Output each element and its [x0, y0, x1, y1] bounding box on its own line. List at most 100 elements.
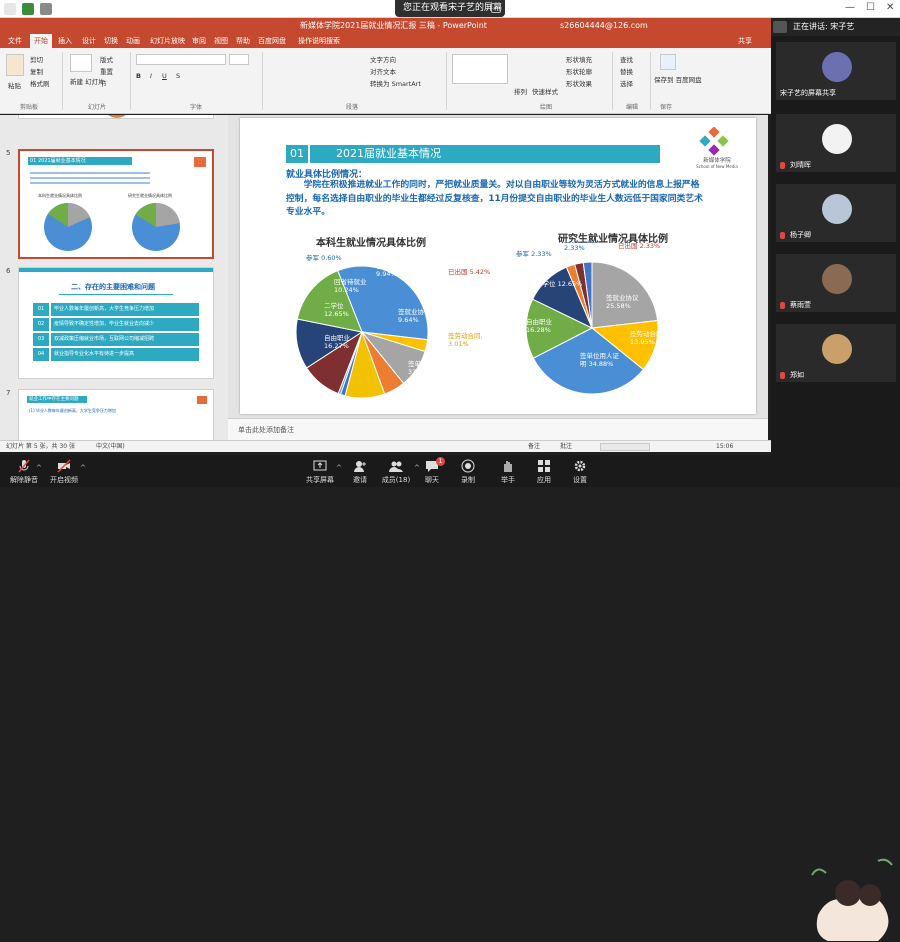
- thumb-list-text: 双减政策压缩就业市场，互联网公司缩减招聘: [51, 333, 199, 346]
- popout-icon[interactable]: [491, 3, 501, 13]
- italic-button[interactable]: I: [150, 72, 152, 80]
- paste-label[interactable]: 粘贴: [8, 80, 21, 90]
- logo-subtitle: School of New Media: [696, 164, 738, 169]
- section-button[interactable]: 节: [100, 78, 107, 88]
- thumb-list-num: 02: [33, 318, 49, 331]
- tab-slideshow[interactable]: 幻灯片放映: [150, 34, 185, 48]
- thumb-list-text: 疫情导致不确定性增加，毕业生就业去向减少: [51, 318, 199, 331]
- notes-pane[interactable]: 单击此处添加备注: [228, 418, 768, 440]
- paste-icon[interactable]: [6, 54, 24, 76]
- status-bar: 幻灯片 第 5 张，共 30 张 中文(中国) 备注 批注 15:06: [0, 440, 771, 452]
- slide-thumbnail-pane[interactable]: 5 01 2021届就业基本情况 本科生就业情况具体比例 研究生就业情况具体比例…: [0, 115, 228, 440]
- smartart-button[interactable]: 转换为 SmartArt: [370, 78, 421, 88]
- settings-button[interactable]: 设置: [560, 457, 600, 487]
- share-notice-pill[interactable]: 您正在观看宋子艺的屏幕: [395, 0, 505, 17]
- quick-styles-button[interactable]: 快速样式: [532, 86, 558, 96]
- slide-thumbnail[interactable]: [18, 115, 214, 119]
- thumb-list-item: 04 就业指导专业化水平有待进一步提高: [33, 348, 199, 361]
- arrange-button[interactable]: 排列: [514, 86, 527, 96]
- chat-button[interactable]: 1 聊天: [412, 457, 452, 487]
- baidu-save-icon[interactable]: [660, 54, 676, 70]
- slide-canvas[interactable]: 01 2021届就业基本情况 新媒体学院 School of New Media…: [240, 118, 756, 414]
- tab-view[interactable]: 视图: [214, 34, 228, 48]
- share-screen-button[interactable]: 共享屏幕: [300, 457, 340, 487]
- info-icon[interactable]: [4, 3, 16, 15]
- tab-design[interactable]: 设计: [82, 34, 96, 48]
- start-video-button[interactable]: 开启视频: [44, 457, 84, 487]
- participant-tile[interactable]: 宋子艺的屏幕共享: [776, 42, 896, 100]
- language[interactable]: 中文(中国): [96, 441, 125, 453]
- group-slides: 幻灯片: [88, 104, 107, 111]
- layout-button[interactable]: 版式: [100, 54, 113, 64]
- apps-button[interactable]: 应用: [524, 457, 564, 487]
- tab-file[interactable]: 文件: [8, 34, 22, 48]
- shapes-gallery[interactable]: [452, 54, 508, 84]
- participant-tile[interactable]: 蔡雨萱: [776, 254, 896, 312]
- shield-icon[interactable]: [22, 3, 34, 15]
- shape-outline-button[interactable]: 形状轮廓: [566, 66, 592, 76]
- video-off-icon: [57, 459, 71, 473]
- copy-button[interactable]: 复制: [30, 66, 43, 76]
- shadow-button[interactable]: S: [176, 72, 180, 80]
- slide-thumbnail-5[interactable]: 01 2021届就业基本情况 本科生就业情况具体比例 研究生就业情况具体比例: [18, 149, 214, 259]
- participant-tile[interactable]: 杨子卿: [776, 184, 896, 242]
- tab-search[interactable]: 操作说明搜索: [298, 34, 340, 48]
- pie-label: 签单位用人证明 33.73%: [408, 359, 454, 376]
- tab-animations[interactable]: 动画: [126, 34, 140, 48]
- gear-icon: [574, 460, 586, 472]
- align-text-button[interactable]: 对齐文本: [370, 66, 396, 76]
- tab-home[interactable]: 开始: [30, 34, 52, 48]
- pie-label: 回省待就业2.33%: [564, 242, 597, 252]
- find-button[interactable]: 查找: [620, 54, 633, 64]
- raise-hand-button[interactable]: 举手: [488, 457, 528, 487]
- text-direction-button[interactable]: 文字方向: [370, 54, 396, 64]
- bold-button[interactable]: B: [136, 72, 141, 80]
- tab-baidu[interactable]: 百度网盘: [258, 34, 286, 48]
- notes-toggle[interactable]: 备注: [528, 441, 540, 453]
- tab-transitions[interactable]: 切换: [104, 34, 118, 48]
- meeting-toolbar: 解除静音 ^ 开启视频 ^ 共享屏幕 ^ 邀请 成员(18) ^ 1 聊天 录制…: [0, 455, 900, 941]
- unmute-button[interactable]: 解除静音: [4, 457, 44, 487]
- thumb-list: 01 毕业人数每年屡创新高，大学生竞争压力增加 02 疫情导致不确定性增加，毕业…: [33, 303, 199, 361]
- divider: [130, 52, 131, 110]
- cut-button[interactable]: 剪切: [30, 54, 43, 64]
- pie-label: 已出国 2.33%: [618, 242, 660, 250]
- participants-button[interactable]: 成员(18): [376, 457, 416, 487]
- chevron-up-icon[interactable]: ^: [80, 464, 86, 472]
- maximize-button[interactable]: ☐: [866, 2, 875, 13]
- minimize-button[interactable]: —: [845, 2, 855, 13]
- select-button[interactable]: 选择: [620, 78, 633, 88]
- new-slide-icon[interactable]: [70, 54, 92, 72]
- font-family-select[interactable]: [136, 54, 226, 65]
- comments-toggle[interactable]: 批注: [560, 441, 572, 453]
- replace-button[interactable]: 替换: [620, 66, 633, 76]
- slide-thumbnail-7[interactable]: 就业工作中存在主要问题 (1) 毕业人数每年屡创新高，大学生竞争压力增加: [18, 389, 214, 440]
- tab-insert[interactable]: 插入: [58, 34, 72, 48]
- signal-icon[interactable]: [40, 3, 52, 15]
- shape-effects-button[interactable]: 形状效果: [566, 78, 592, 88]
- record-icon: [461, 459, 475, 473]
- slide-thumbnail-6[interactable]: 二、存在的主要困难和问题 01 毕业人数每年屡创新高，大学生竞争压力增加 02 …: [18, 267, 214, 379]
- chevron-up-icon[interactable]: ^: [36, 464, 42, 472]
- underline-button[interactable]: U: [162, 72, 167, 80]
- close-button[interactable]: ✕: [886, 2, 894, 13]
- participant-tile[interactable]: 刘晴晖: [776, 114, 896, 172]
- record-button[interactable]: 录制: [448, 457, 488, 487]
- thumb-list-num: 04: [33, 348, 49, 361]
- ribbon: 粘贴 剪切 复制 格式刷 剪贴板 新建 幻灯片 版式 重置 节 幻灯片 B I …: [0, 48, 771, 114]
- share-button[interactable]: 共享: [738, 34, 752, 48]
- pie-thumb: [108, 115, 126, 118]
- font-size-select[interactable]: [229, 54, 249, 65]
- baidu-save-button[interactable]: 保存到 百度网盘: [654, 74, 702, 84]
- tab-review[interactable]: 审阅: [192, 34, 206, 48]
- format-painter-button[interactable]: 格式刷: [30, 78, 50, 88]
- avatar: [822, 52, 852, 82]
- thumb-header: 就业工作中存在主要问题: [29, 397, 79, 402]
- shape-fill-button[interactable]: 形状填充: [566, 54, 592, 64]
- thumb-list-item: 03 双减政策压缩就业市场，互联网公司缩减招聘: [33, 333, 199, 346]
- tab-help[interactable]: 帮助: [236, 34, 250, 48]
- view-buttons[interactable]: [600, 443, 650, 451]
- invite-button[interactable]: 邀请: [340, 457, 380, 487]
- participant-tile[interactable]: 郑如: [776, 324, 896, 382]
- reset-button[interactable]: 重置: [100, 66, 113, 76]
